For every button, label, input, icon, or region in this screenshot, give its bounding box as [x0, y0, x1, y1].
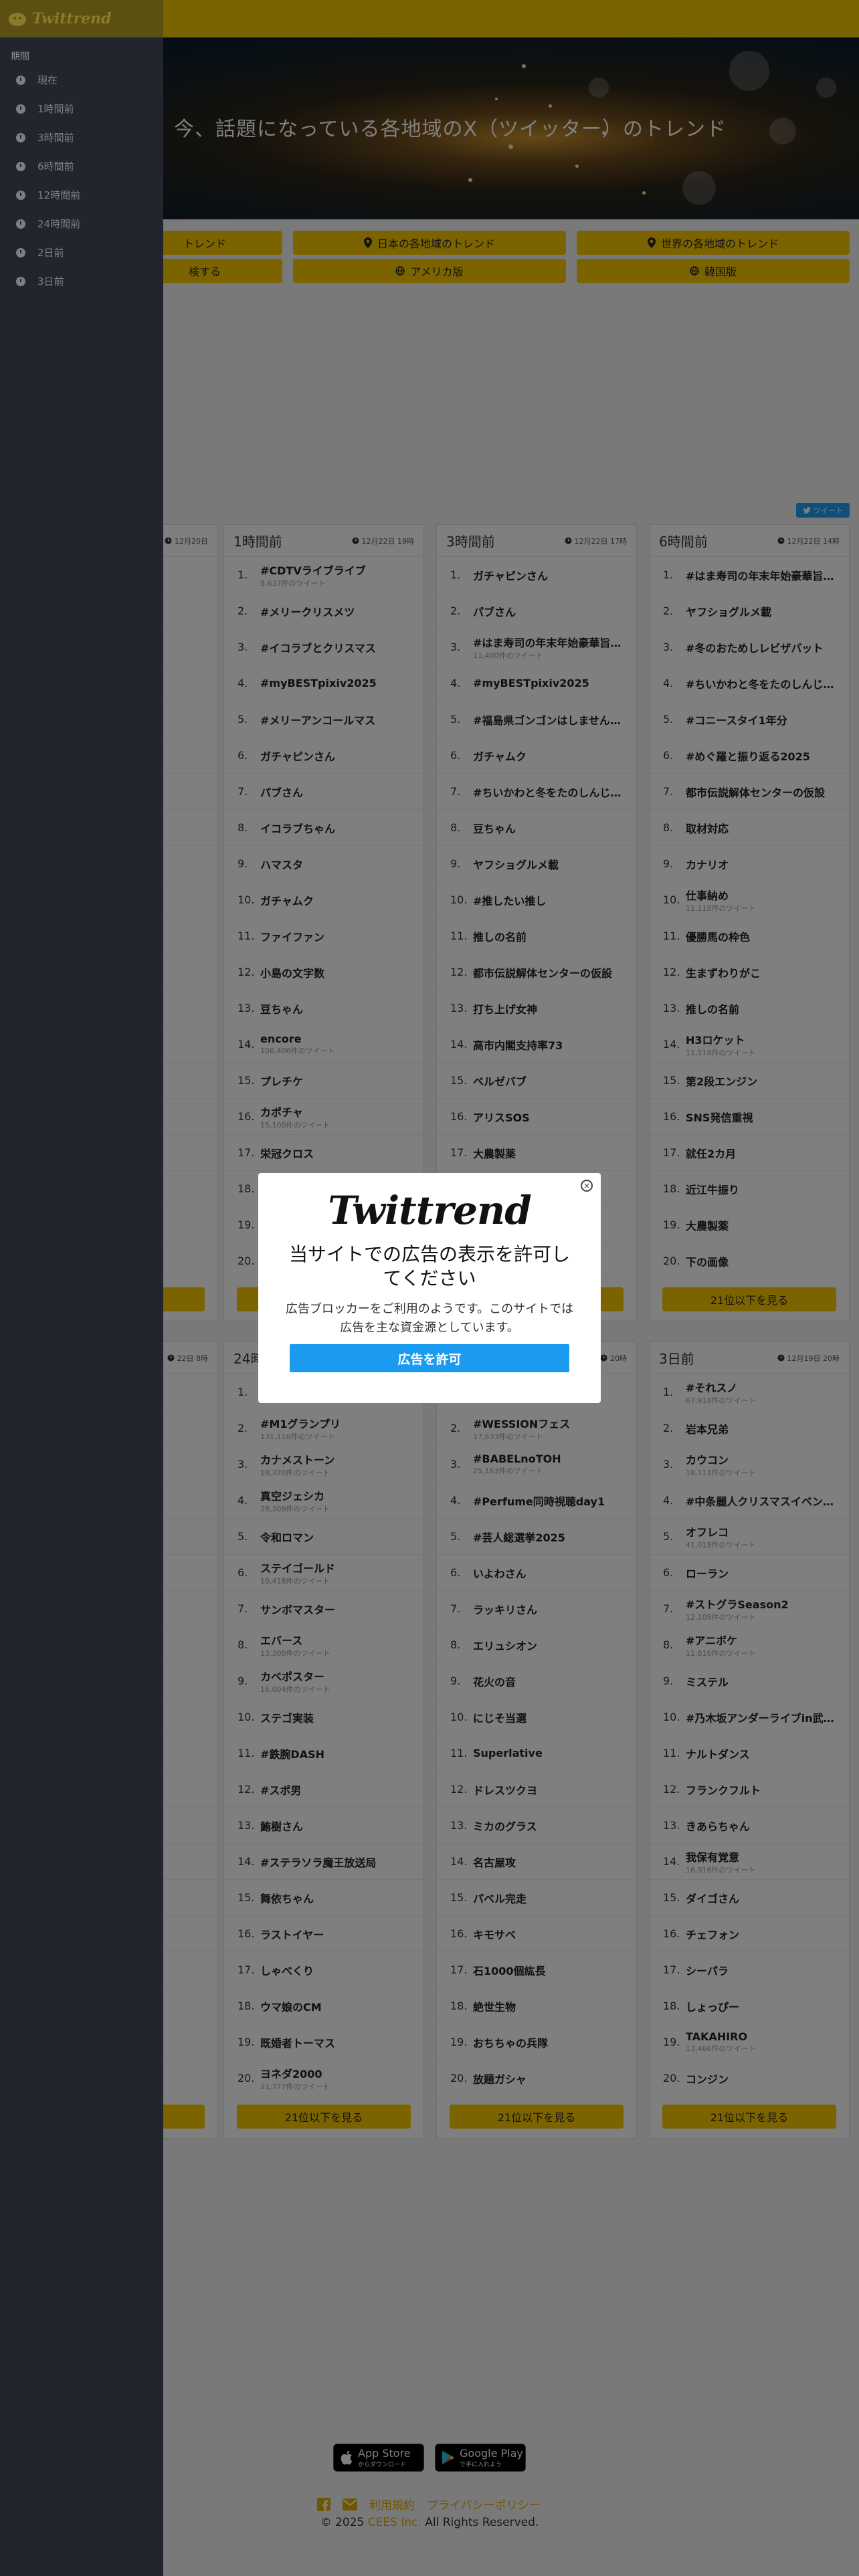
bird-logo-icon — [9, 13, 26, 26]
sidebar-drawer: Twittrend 期間 現在 1時間前 3時間前 6時間前 12時間前 24時間前 2日前… — [0, 0, 163, 2576]
sidebar-logo-text: Twittrend — [32, 10, 112, 27]
sidebar-item[interactable]: 現在 — [0, 66, 163, 94]
clock-icon — [16, 161, 25, 171]
sidebar-item-label: 現在 — [37, 74, 58, 86]
clock-icon — [16, 75, 25, 85]
sidebar-item-label: 24時間前 — [37, 218, 81, 230]
sidebar-item[interactable]: 1時間前 — [0, 94, 163, 123]
sidebar-item[interactable]: 6時間前 — [0, 152, 163, 181]
modal-logo: Twittrend — [328, 1188, 532, 1233]
modal-message: 広告ブロッカーをご利用のようです。このサイトでは広告を主な資金源としています。 — [285, 1302, 574, 1335]
sidebar-item-label: 3時間前 — [37, 132, 74, 144]
adblock-modal: × Twittrend 当サイトでの広告の表示を許可してください 広告ブロッカー… — [258, 1173, 601, 1403]
sidebar-item[interactable]: 24時間前 — [0, 209, 163, 238]
allow-ads-button[interactable]: 広告を許可 — [290, 1344, 569, 1372]
clock-icon — [16, 219, 25, 229]
sidebar-item[interactable]: 3時間前 — [0, 123, 163, 152]
sidebar-item[interactable]: 12時間前 — [0, 181, 163, 209]
sidebar-item-label: 1時間前 — [37, 103, 74, 115]
close-icon[interactable]: × — [581, 1180, 593, 1192]
sidebar-item-label: 3日前 — [37, 276, 64, 288]
clock-icon — [16, 132, 25, 142]
modal-title: 当サイトでの広告の表示を許可してください — [288, 1243, 570, 1289]
clock-icon — [16, 276, 25, 286]
sidebar-item[interactable]: 2日前 — [0, 238, 163, 267]
sidebar-item-label: 12時間前 — [37, 189, 81, 201]
sidebar-brand[interactable]: Twittrend — [0, 0, 163, 37]
sidebar-section-label: 期間 — [11, 51, 29, 62]
clock-icon — [16, 247, 25, 257]
clock-icon — [16, 190, 25, 200]
sidebar-item[interactable]: 3日前 — [0, 267, 163, 296]
sidebar-item-label: 6時間前 — [37, 160, 74, 173]
sidebar-item-label: 2日前 — [37, 247, 64, 259]
clock-icon — [16, 104, 25, 114]
